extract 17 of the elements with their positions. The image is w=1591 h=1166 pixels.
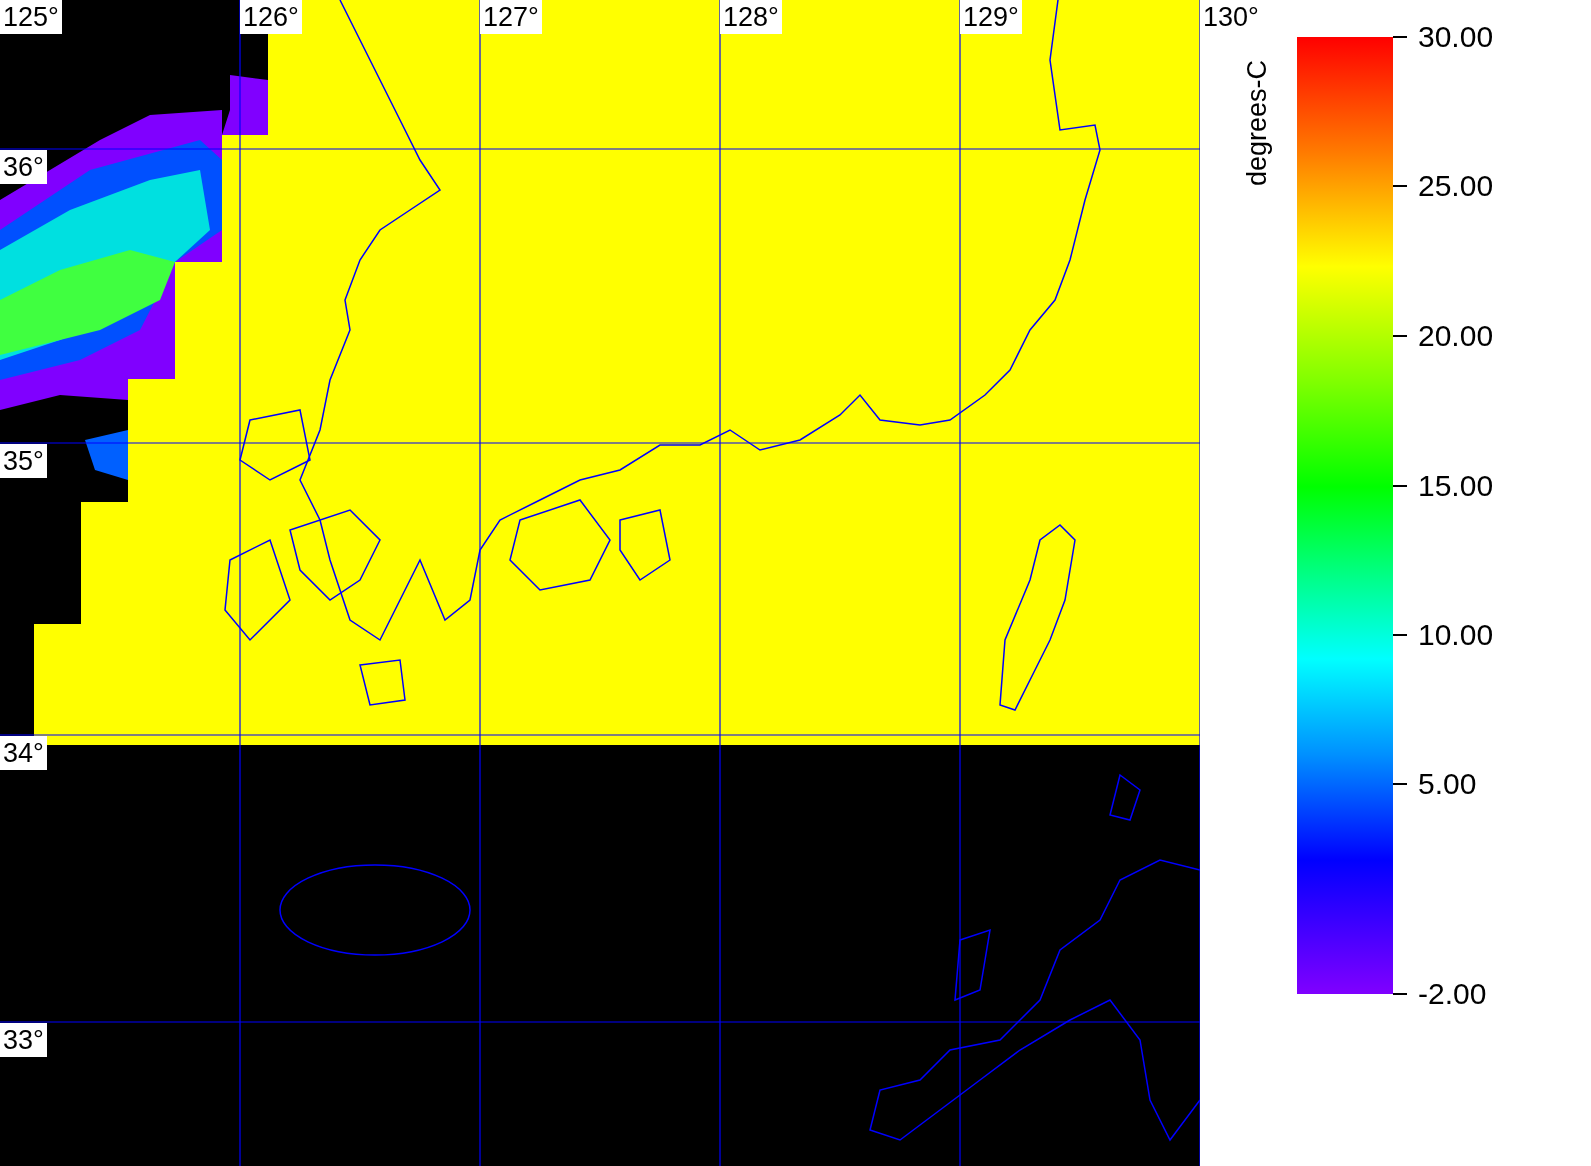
latitude-label: 36° (0, 150, 47, 184)
latitude-label: 33° (0, 1023, 47, 1057)
longitude-label: 127° (480, 0, 542, 34)
colorbar-tick-label: 20.00 (1418, 319, 1494, 354)
colorbar-tick-label: -2.00 (1418, 977, 1487, 1011)
colorbar-tick-label: 25.00 (1418, 169, 1494, 204)
colorbar-tick-label: 15.00 (1418, 468, 1494, 503)
longitude-label: 128° (720, 0, 782, 34)
latitude-label: 34° (0, 736, 47, 770)
longitude-label: 126° (240, 0, 302, 34)
longitude-label: 125° (0, 0, 62, 34)
colorbar-tick-label: 5.00 (1418, 767, 1477, 802)
colorbar-tick-label: 30.00 (1418, 20, 1494, 54)
longitude-label: 129° (960, 0, 1022, 34)
colorbar-unit-label: degrees-C (1241, 58, 1273, 186)
latitude-label: 35° (0, 444, 47, 478)
colorbar-tick-label: 10.00 (1418, 618, 1494, 653)
